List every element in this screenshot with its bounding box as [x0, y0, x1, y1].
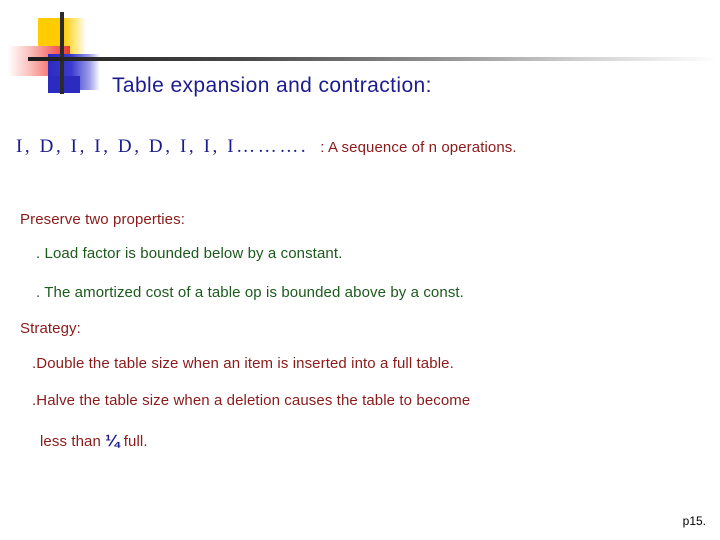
slide: Table expansion and contraction: I, D, I…: [0, 0, 720, 540]
operation-sequence-line: I, D, I, I, D, D, I, I, I………. : A sequenc…: [16, 136, 517, 158]
property-item-1: . Load factor is bounded below by a cons…: [36, 245, 343, 262]
quarter-fraction-value: ¼: [105, 431, 120, 450]
operation-sequence-value: I, D, I, I, D, D, I, I, I……….: [16, 136, 309, 157]
horizontal-rule-divider: [28, 57, 718, 61]
continuation-suffix: full.: [119, 433, 148, 450]
vertical-rule-icon: [60, 12, 64, 94]
property-item-2: . The amortized cost of a table op is bo…: [36, 284, 464, 301]
properties-heading: Preserve two properties:: [20, 211, 185, 228]
strategy-item-1: .Double the table size when an item is i…: [32, 355, 454, 372]
operation-sequence-note: : A sequence of n operations.: [320, 139, 517, 156]
continuation-prefix: less than: [40, 433, 106, 450]
strategy-heading: Strategy:: [20, 320, 81, 337]
blue-foot-icon: [48, 76, 80, 93]
page-number: p15.: [682, 514, 706, 528]
page-title: Table expansion and contraction:: [112, 74, 432, 97]
strategy-item-2: .Halve the table size when a deletion ca…: [32, 392, 471, 409]
strategy-item-2-continuation: less than ¼ full.: [40, 431, 148, 451]
decorative-logo-cluster: [0, 0, 130, 100]
